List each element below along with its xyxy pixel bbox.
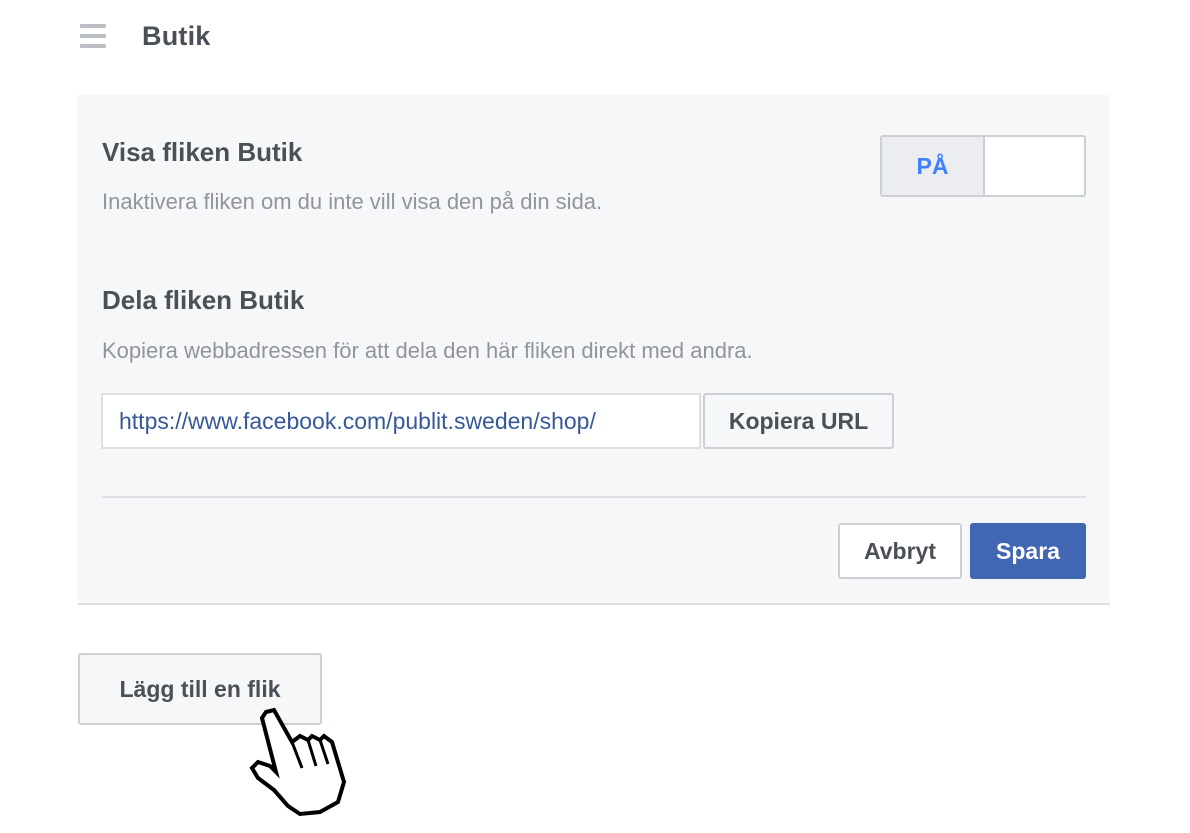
page-title: Butik — [142, 20, 211, 51]
show-tab-title: Visa fliken Butik — [102, 137, 303, 167]
cancel-button[interactable]: Avbryt — [838, 523, 962, 579]
show-tab-description: Inaktivera fliken om du inte vill visa d… — [102, 189, 603, 214]
share-tab-title: Dela fliken Butik — [102, 285, 305, 315]
share-tab-description: Kopiera webbadressen för att dela den hä… — [102, 338, 753, 363]
page-header: Butik — [80, 0, 211, 72]
settings-panel: Visa fliken Butik Inaktivera fliken om d… — [78, 95, 1110, 605]
show-tab-toggle[interactable]: PÅ — [880, 135, 1086, 197]
hamburger-menu-icon[interactable] — [80, 24, 106, 48]
hand-pointer-cursor-icon — [249, 707, 347, 817]
page: Butik Visa fliken Butik Inaktivera flike… — [0, 0, 1190, 833]
save-button[interactable]: Spara — [970, 523, 1086, 579]
toggle-on-label[interactable]: PÅ — [882, 137, 985, 195]
share-url-field[interactable]: https://www.facebook.com/publit.sweden/s… — [101, 393, 701, 449]
toggle-off-segment[interactable] — [985, 137, 1084, 195]
section-divider — [102, 496, 1086, 498]
copy-url-button[interactable]: Kopiera URL — [703, 393, 894, 449]
